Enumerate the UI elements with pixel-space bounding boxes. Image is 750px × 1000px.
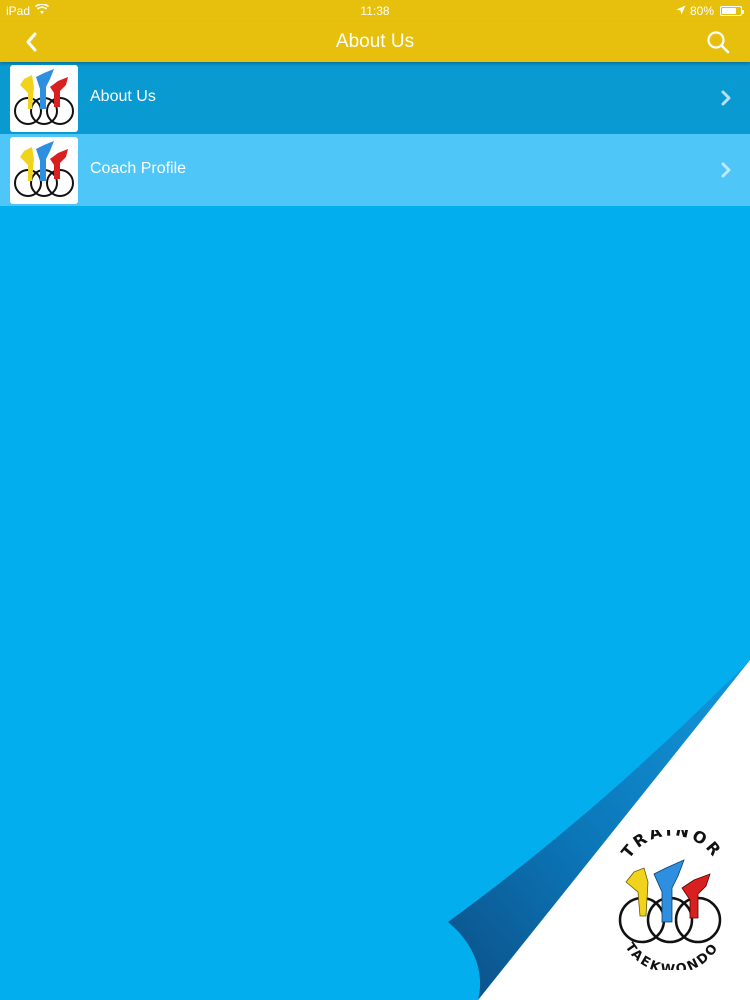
location-arrow-icon bbox=[676, 4, 686, 18]
svg-text:TAEKWONDO: TAEKWONDO bbox=[622, 940, 723, 970]
battery-percent: 80% bbox=[689, 4, 714, 18]
search-icon bbox=[707, 31, 730, 54]
nav-bar: About Us bbox=[0, 22, 750, 62]
list-item-label: Coach Profile bbox=[90, 160, 187, 177]
list-item-label: About Us bbox=[90, 88, 156, 105]
taekwondo-logo-icon bbox=[10, 137, 78, 204]
chevron-right-icon bbox=[721, 162, 731, 178]
trainor-taekwondo-logo: TRAINOR TAEKWONDO bbox=[606, 820, 736, 977]
status-time: 11:38 bbox=[360, 4, 390, 18]
battery-level bbox=[722, 8, 736, 14]
chevron-right-icon bbox=[721, 90, 731, 106]
battery-icon bbox=[720, 6, 744, 16]
svg-text:TRAINOR: TRAINOR bbox=[617, 830, 726, 862]
menu-list: About Us Coach Profile bbox=[0, 62, 750, 206]
status-right: 80% bbox=[676, 4, 744, 18]
taekwondo-logo-icon bbox=[10, 65, 78, 132]
logo-bottom-text: TAEKWONDO bbox=[622, 940, 721, 978]
list-item-about-us[interactable]: About Us bbox=[0, 62, 750, 134]
list-item-coach-profile[interactable]: Coach Profile bbox=[0, 134, 750, 206]
status-bar: iPad 11:38 80% bbox=[0, 0, 750, 22]
search-button[interactable] bbox=[704, 28, 732, 56]
page-title: About Us bbox=[335, 31, 415, 52]
logo-top-text: TRAINOR bbox=[617, 820, 723, 861]
